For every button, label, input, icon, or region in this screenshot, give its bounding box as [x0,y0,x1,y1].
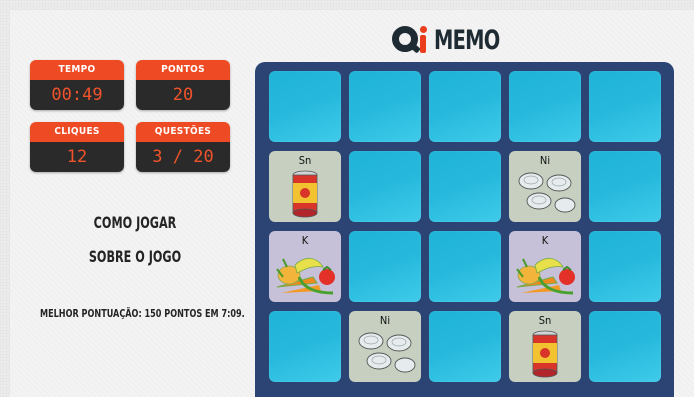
card-symbol: K [541,234,549,247]
memory-card-hidden[interactable] [429,71,501,142]
card-symbol: K [301,234,309,247]
game-board: Sn Ni K K Ni Sn [255,62,674,397]
clicks-value: 12 [30,142,124,172]
memory-card-revealed[interactable]: Sn [269,151,341,222]
time-stat: TEMPO 00:49 [30,60,124,110]
page-title: MEMO [434,24,500,56]
memory-card-revealed[interactable]: K [269,231,341,302]
memory-card-revealed[interactable]: Ni [509,151,581,222]
memory-card-hidden[interactable] [429,311,501,382]
can-icon [532,330,558,378]
memory-card-hidden[interactable] [349,71,421,142]
memory-card-hidden[interactable] [269,71,341,142]
memory-card-hidden[interactable] [589,311,661,382]
memory-card-revealed[interactable]: K [509,231,581,302]
time-label: TEMPO [30,60,124,80]
card-symbol: Ni [379,314,391,327]
clicks-label: CLIQUES [30,122,124,142]
card-symbol: Sn [538,314,552,327]
questions-value: 3 / 20 [136,142,230,172]
points-stat: PONTOS 20 [136,60,230,110]
coins-icon [358,332,416,373]
memory-card-hidden[interactable] [349,151,421,222]
brand-header: MEMO [392,22,525,58]
questions-label: QUESTÕES [136,122,230,142]
points-label: PONTOS [136,60,230,80]
time-value: 00:49 [30,80,124,110]
coins-icon [518,172,576,213]
card-symbol: Ni [539,154,551,167]
memory-card-revealed[interactable]: Ni [349,311,421,382]
qi-logo-icon [392,23,428,57]
memory-card-hidden[interactable] [429,231,501,302]
memory-card-hidden[interactable] [429,151,501,222]
clicks-stat: CLIQUES 12 [30,122,124,172]
best-score-text: MELHOR PONTUAÇÃO: 150 PONTOS EM 7:09. [40,307,245,320]
memory-card-hidden[interactable] [509,71,581,142]
questions-stat: QUESTÕES 3 / 20 [136,122,230,172]
memory-card-hidden[interactable] [589,231,661,302]
memory-card-hidden[interactable] [589,151,661,222]
can-icon [292,170,318,218]
memory-card-hidden[interactable] [349,231,421,302]
vegetables-icon [276,258,335,295]
about-game-link[interactable]: SOBRE O JOGO [61,247,209,266]
memory-card-revealed[interactable]: Sn [509,311,581,382]
how-to-play-link[interactable]: COMO JOGAR [61,213,209,232]
card-symbol: Sn [298,154,312,167]
vegetables-icon [516,258,575,295]
memory-card-hidden[interactable] [589,71,661,142]
points-value: 20 [136,80,230,110]
memory-card-hidden[interactable] [269,311,341,382]
